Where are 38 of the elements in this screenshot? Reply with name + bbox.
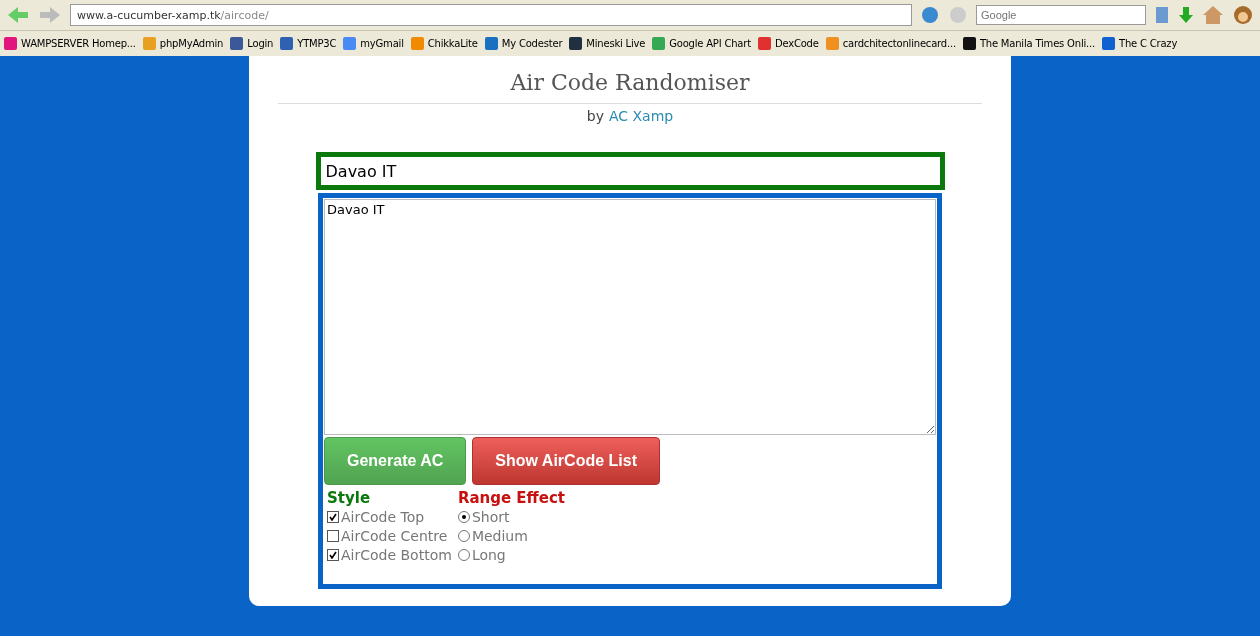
style-heading: Style bbox=[327, 489, 372, 507]
checkbox[interactable] bbox=[327, 529, 339, 542]
bookmark-link[interactable]: YTMP3C bbox=[280, 37, 337, 50]
author-link[interactable]: AC Xamp bbox=[608, 108, 674, 124]
page-title: Air Code Randomiser bbox=[510, 70, 750, 95]
home-icon[interactable] bbox=[1202, 5, 1224, 25]
range-radio[interactable]: Long bbox=[457, 545, 565, 564]
range-heading: Range Effect bbox=[457, 489, 565, 507]
style-option[interactable]: AirCode Top bbox=[327, 507, 452, 526]
range-radio[interactable]: Short bbox=[457, 507, 565, 526]
bookmark-link[interactable]: The C Crazy bbox=[1102, 37, 1178, 50]
bookmark-link[interactable]: phpMyAdmin bbox=[142, 37, 224, 50]
search-field[interactable]: Google bbox=[976, 5, 1146, 25]
bookmark-link[interactable]: cardchitectonlinecard... bbox=[825, 37, 956, 50]
check-icon bbox=[329, 512, 337, 521]
byline-text: by bbox=[586, 108, 604, 124]
style-option[interactable]: AirCode Bottom bbox=[327, 545, 452, 564]
bookmark-link[interactable]: DexCode bbox=[757, 37, 819, 50]
check-icon bbox=[329, 550, 337, 559]
address-bar[interactable]: www.a-cucumber-xamp.tk/aircode/ bbox=[70, 4, 912, 26]
checkbox[interactable] bbox=[327, 548, 339, 561]
preview-box: Davao IT bbox=[315, 152, 945, 190]
bookmark-link[interactable]: Google API Chart bbox=[652, 37, 751, 50]
bookmark-link[interactable]: Login bbox=[230, 37, 274, 50]
bookmark-link[interactable]: myGmail bbox=[343, 37, 404, 50]
list-button[interactable]: Show AirCode List bbox=[472, 437, 660, 485]
url-text: www.a-cucumber-xamp.tk/aircode/ bbox=[77, 8, 269, 22]
range-radio[interactable]: Medium bbox=[457, 526, 565, 545]
bookmark-link[interactable]: ChikkaLite bbox=[410, 37, 478, 50]
bookmark-link[interactable]: WAMPSERVER Homep... bbox=[4, 37, 136, 50]
bookmark-icon[interactable] bbox=[1154, 5, 1170, 25]
download-arrow-icon[interactable] bbox=[1178, 5, 1194, 25]
text-input-area[interactable]: Davao IT bbox=[324, 199, 936, 435]
checkbox[interactable] bbox=[327, 510, 339, 523]
style-option[interactable]: AirCode Centre bbox=[327, 526, 452, 545]
bookmark-link[interactable]: The Manila Times Onli... bbox=[962, 37, 1095, 50]
bookmark-link[interactable]: Mineski Live bbox=[569, 37, 646, 50]
bookmark-link[interactable]: My Codester bbox=[484, 37, 563, 50]
